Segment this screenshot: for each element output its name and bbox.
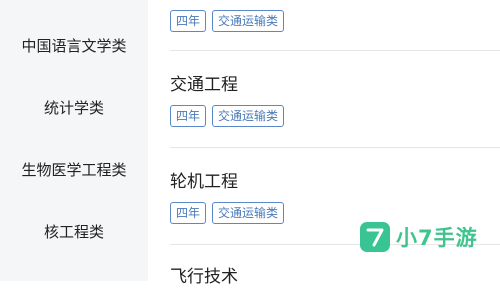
- divider: [170, 50, 500, 51]
- watermark-logo-icon: [360, 222, 390, 252]
- watermark: 小7手游: [360, 222, 478, 252]
- category-tag: 交通运输类: [212, 202, 285, 224]
- major-item[interactable]: 交通工程 四年 交通运输类: [170, 73, 470, 127]
- duration-tag: 四年: [170, 10, 207, 32]
- sidebar-item-statistics[interactable]: 统计学类: [0, 97, 148, 119]
- major-title[interactable]: 交通工程: [170, 73, 470, 97]
- major-title[interactable]: 飞行技术: [170, 265, 470, 289]
- major-item[interactable]: 飞行技术: [170, 265, 470, 289]
- sidebar-item-chinese-literature[interactable]: 中国语言文学类: [0, 35, 148, 57]
- duration-tag: 四年: [170, 105, 207, 127]
- category-tag: 交通运输类: [212, 105, 285, 127]
- sidebar-item-nuclear-engineering[interactable]: 核工程类: [0, 221, 148, 243]
- watermark-text: 小7手游: [396, 226, 478, 250]
- category-sidebar: 中国语言文学类 统计学类 生物医学工程类 核工程类: [0, 0, 148, 281]
- major-tags: 四年 交通运输类: [170, 202, 470, 224]
- divider: [170, 147, 500, 148]
- major-tags: 四年 交通运输类: [170, 105, 470, 127]
- duration-tag: 四年: [170, 202, 207, 224]
- major-tags: 四年 交通运输类: [170, 10, 470, 32]
- category-tag: 交通运输类: [212, 10, 285, 32]
- major-title[interactable]: 轮机工程: [170, 170, 470, 194]
- major-item[interactable]: 四年 交通运输类: [170, 10, 470, 32]
- sidebar-item-biomedical-engineering[interactable]: 生物医学工程类: [0, 159, 148, 181]
- major-item[interactable]: 轮机工程 四年 交通运输类: [170, 170, 470, 224]
